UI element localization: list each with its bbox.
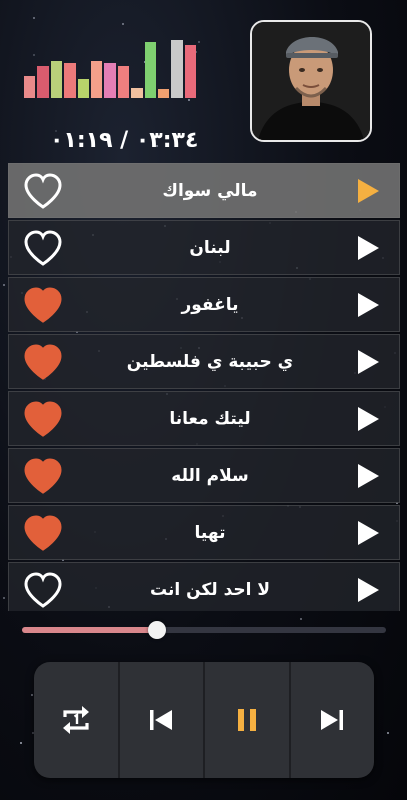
album-artwork <box>250 20 372 142</box>
equalizer-bar <box>171 40 183 98</box>
equalizer-bar <box>157 89 170 98</box>
equalizer-bar <box>104 63 116 98</box>
favorite-button[interactable] <box>21 399 65 439</box>
heart-filled-icon <box>24 457 62 494</box>
song-list[interactable]: مالي سواك لبنان ياغفور ي حبيبة ي فلسطين ليتك… <box>8 163 400 611</box>
equalizer-bar <box>90 61 103 98</box>
favorite-button[interactable] <box>21 570 65 610</box>
song-title: لا احد لكن انت <box>149 579 271 600</box>
favorite-button[interactable] <box>21 285 65 325</box>
song-row[interactable]: لبنان <box>8 220 400 275</box>
equalizer-bar <box>77 79 89 98</box>
song-title: ليتك معانا <box>169 408 251 429</box>
song-title: سلام الله <box>171 465 249 486</box>
equalizer-bar <box>37 66 49 98</box>
play-song-button[interactable] <box>355 349 381 375</box>
favorite-button[interactable] <box>21 171 65 211</box>
song-title: لبنان <box>189 237 231 258</box>
play-song-button[interactable] <box>355 463 381 489</box>
equalizer-bar <box>131 88 143 98</box>
equalizer-bar <box>144 41 156 98</box>
heart-filled-icon <box>24 514 62 551</box>
equalizer-bar <box>184 44 197 98</box>
song-row[interactable]: ليتك معانا <box>8 391 400 446</box>
pause-button[interactable] <box>203 662 289 778</box>
play-song-button[interactable] <box>355 292 381 318</box>
song-row[interactable]: مالي سواك <box>8 163 400 218</box>
play-song-button[interactable] <box>355 577 381 603</box>
song-title: تهيا <box>194 522 226 543</box>
skip-previous-icon <box>150 710 173 730</box>
play-song-button[interactable] <box>355 520 381 546</box>
heart-outline-icon <box>24 229 62 266</box>
song-title: ي حبيبة ي فلسطين <box>126 351 294 372</box>
play-icon <box>358 463 379 488</box>
play-icon <box>358 292 379 317</box>
play-icon <box>358 406 379 431</box>
play-icon <box>358 349 379 374</box>
equalizer-bar <box>24 75 36 98</box>
song-row[interactable]: تهيا <box>8 505 400 560</box>
heart-filled-icon <box>24 400 62 437</box>
play-icon <box>358 520 379 545</box>
repeat-one-icon <box>62 706 89 734</box>
seek-handle[interactable] <box>147 621 166 639</box>
favorite-button[interactable] <box>21 456 65 496</box>
equalizer-bar <box>50 61 63 98</box>
time-display: ٠٣:٣٤ / ٠١:١٩ <box>50 128 199 153</box>
play-song-button[interactable] <box>355 235 381 261</box>
song-title: ياغفور <box>181 294 239 315</box>
play-song-button[interactable] <box>355 406 381 432</box>
next-button[interactable] <box>288 662 375 778</box>
play-icon <box>358 235 379 260</box>
previous-button[interactable] <box>117 662 204 778</box>
artist-photo <box>252 22 370 140</box>
song-row[interactable]: لا احد لكن انت <box>8 562 400 611</box>
song-row[interactable]: ياغفور <box>8 277 400 332</box>
skip-next-icon <box>321 710 344 730</box>
song-row[interactable]: سلام الله <box>8 448 400 503</box>
song-row[interactable]: ي حبيبة ي فلسطين <box>8 334 400 389</box>
heart-outline-icon <box>24 571 62 608</box>
equalizer-visualizer <box>24 40 197 98</box>
equalizer-bar <box>117 66 130 98</box>
favorite-button[interactable] <box>21 513 65 553</box>
heart-outline-icon <box>24 172 62 209</box>
favorite-button[interactable] <box>21 342 65 382</box>
heart-filled-icon <box>24 343 62 380</box>
play-icon <box>358 178 379 203</box>
repeat-one-button[interactable] <box>34 662 118 778</box>
favorite-button[interactable] <box>21 228 65 268</box>
seek-bar[interactable] <box>22 621 386 639</box>
seek-progress <box>22 627 157 633</box>
play-icon <box>358 577 379 602</box>
song-title: مالي سواك <box>162 180 258 201</box>
pause-icon <box>237 709 256 731</box>
playback-controls <box>34 662 374 778</box>
play-song-button[interactable] <box>355 178 381 204</box>
equalizer-bar <box>64 63 76 98</box>
heart-filled-icon <box>24 286 62 323</box>
